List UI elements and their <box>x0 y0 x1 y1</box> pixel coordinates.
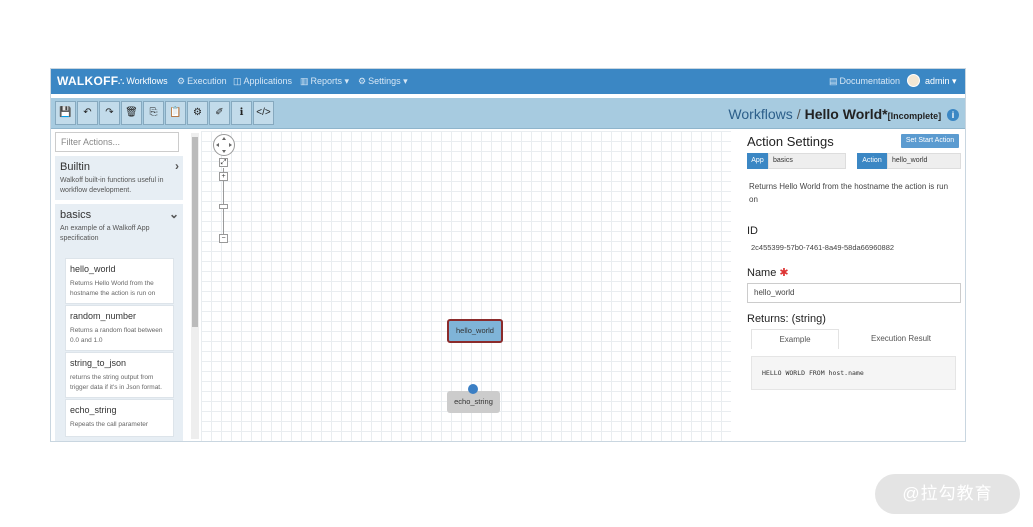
action-title: string_to_json <box>70 358 127 368</box>
action-description: Repeats the call parameter <box>70 421 149 428</box>
actions-panel: Filter Actions... Builtin › Walkoff buil… <box>55 131 183 441</box>
node-hello-world[interactable]: hello_world <box>447 319 503 343</box>
zoom-control: ⤢ + − <box>219 158 228 243</box>
breadcrumb-workflows-link[interactable]: Workflows <box>728 106 792 122</box>
group-description: Walkoff built-in functions useful in wor… <box>60 177 164 194</box>
user-menu[interactable]: admin ▾ <box>925 76 957 87</box>
document-icon: ▤ <box>829 76 838 86</box>
action-description: Returns Hello World from the hostname th… <box>70 280 156 297</box>
breadcrumb-separator: / <box>796 106 801 122</box>
gear-icon: ⚙ <box>177 76 186 86</box>
action-value: hello_world <box>887 153 961 169</box>
tab-execution-result[interactable]: Execution Result <box>856 329 946 349</box>
workflow-toolbar: 💾 ↶ ↷ 🗑 ⎘ 📋 ⚙ ✐ ℹ </> Workflows / Hello World*[Inco… <box>51 98 965 129</box>
settings-icon[interactable]: ⚙ <box>187 101 208 125</box>
info-icon[interactable]: i <box>947 109 959 122</box>
copy-icon[interactable]: ⎘ <box>143 101 164 125</box>
gear-icon: ⚙ <box>358 76 367 86</box>
app-tag: App <box>747 153 768 169</box>
workflow-title: Hello World* <box>804 106 888 122</box>
action-item-random-number[interactable]: random_number Returns a random float bet… <box>65 305 174 351</box>
action-description: Returns Hello World from the hostname th… <box>749 182 949 204</box>
bar-chart-icon: ▥ <box>300 76 309 86</box>
nav-reports[interactable]: ▥ Reports ▾ <box>300 76 349 87</box>
avatar[interactable] <box>907 74 920 87</box>
nav-settings[interactable]: ⚙ Settings ▾ <box>358 76 408 87</box>
id-label: ID <box>747 225 758 237</box>
cube-icon: ◫ <box>233 76 242 86</box>
action-description: Returns a random float between 0.0 and 1… <box>70 327 163 344</box>
chevron-right-icon: › <box>175 159 179 173</box>
brand-logo[interactable]: WALKOFF <box>57 74 118 88</box>
app-group-basics[interactable]: basics ⌄ An example of a Walkoff App spe… <box>55 204 183 441</box>
sitemap-icon: ⛬ <box>118 76 125 86</box>
undo-icon[interactable]: ↶ <box>77 101 98 125</box>
save-icon[interactable]: 💾 <box>55 101 76 125</box>
top-navbar: WALKOFF ⛬ Workflows ⚙ Execution ◫ Applicati… <box>51 69 965 94</box>
zoom-slider-handle[interactable] <box>219 204 228 209</box>
toolbar-buttons: 💾 ↶ ↷ 🗑 ⎘ 📋 ⚙ ✐ ℹ </> <box>55 101 275 125</box>
group-description: An example of a Walkoff App specificatio… <box>60 225 150 242</box>
set-start-action-button[interactable]: Set Start Action <box>901 134 959 148</box>
chevron-down-icon: ⌄ <box>168 207 179 221</box>
action-item-echo-string[interactable]: echo_string Repeats the call parameter <box>65 399 174 437</box>
trash-icon[interactable]: 🗑 <box>121 101 142 125</box>
action-description: returns the string output from trigger d… <box>70 374 162 391</box>
name-label: Name ✱ <box>747 267 789 279</box>
action-title: hello_world <box>70 264 116 274</box>
nav-workflows[interactable]: ⛬ Workflows <box>118 76 168 87</box>
workflow-status: [Incomplete] <box>887 111 942 121</box>
edge-handle[interactable] <box>468 384 478 394</box>
info-icon[interactable]: ℹ <box>231 101 252 125</box>
app-value: basics <box>768 153 846 169</box>
fit-icon[interactable]: ⤢ <box>219 158 228 167</box>
nav-documentation[interactable]: ▤ Documentation <box>829 76 900 87</box>
pan-control[interactable] <box>213 134 235 156</box>
action-tag: Action <box>857 153 887 169</box>
scrollbar-thumb[interactable] <box>192 137 198 327</box>
example-output: HELLO WORLD FROM host.name <box>751 356 956 390</box>
app-group-builtin[interactable]: Builtin › Walkoff built-in functions use… <box>55 156 183 200</box>
action-title: random_number <box>70 311 137 321</box>
zoom-in-button[interactable]: + <box>219 172 228 181</box>
redo-icon[interactable]: ↷ <box>99 101 120 125</box>
name-input[interactable]: hello_world <box>747 283 961 303</box>
group-title: Builtin <box>60 161 90 173</box>
breadcrumb: Workflows / Hello World*[Incomplete] i <box>728 103 959 125</box>
eraser-icon[interactable]: ✐ <box>209 101 230 125</box>
action-item-string-to-json[interactable]: string_to_json returns the string output… <box>65 352 174 398</box>
action-title: echo_string <box>70 405 117 415</box>
action-settings-panel: Action Settings Set Start Action App bas… <box>746 131 961 441</box>
nav-execution[interactable]: ⚙ Execution <box>177 76 227 87</box>
paste-icon[interactable]: 📋 <box>165 101 186 125</box>
node-echo-string[interactable]: echo_string <box>447 391 500 413</box>
workflow-canvas[interactable]: ⤢ + − hello_world echo_string <box>201 131 731 441</box>
panel-title: Action Settings <box>747 134 834 149</box>
filter-actions-input[interactable]: Filter Actions... <box>55 132 179 152</box>
nav-applications[interactable]: ◫ Applications <box>233 76 292 87</box>
code-icon[interactable]: </> <box>253 101 274 125</box>
watermark: @拉勾教育 <box>875 474 1020 514</box>
pan-arrows-icon <box>216 137 232 153</box>
required-icon: ✱ <box>779 267 789 279</box>
returns-label: Returns: (string) <box>747 313 826 325</box>
zoom-out-button[interactable]: − <box>219 234 228 243</box>
group-title: basics <box>60 209 92 221</box>
id-value: 2c455399-57b0-7461-8a49-58da66960882 <box>751 243 895 252</box>
actions-scrollbar[interactable] <box>191 133 199 439</box>
tab-example[interactable]: Example <box>751 329 839 349</box>
action-item-hello-world[interactable]: hello_world Returns Hello World from the… <box>65 258 174 304</box>
walkoff-app: WALKOFF ⛬ Workflows ⚙ Execution ◫ Applicati… <box>50 68 966 442</box>
